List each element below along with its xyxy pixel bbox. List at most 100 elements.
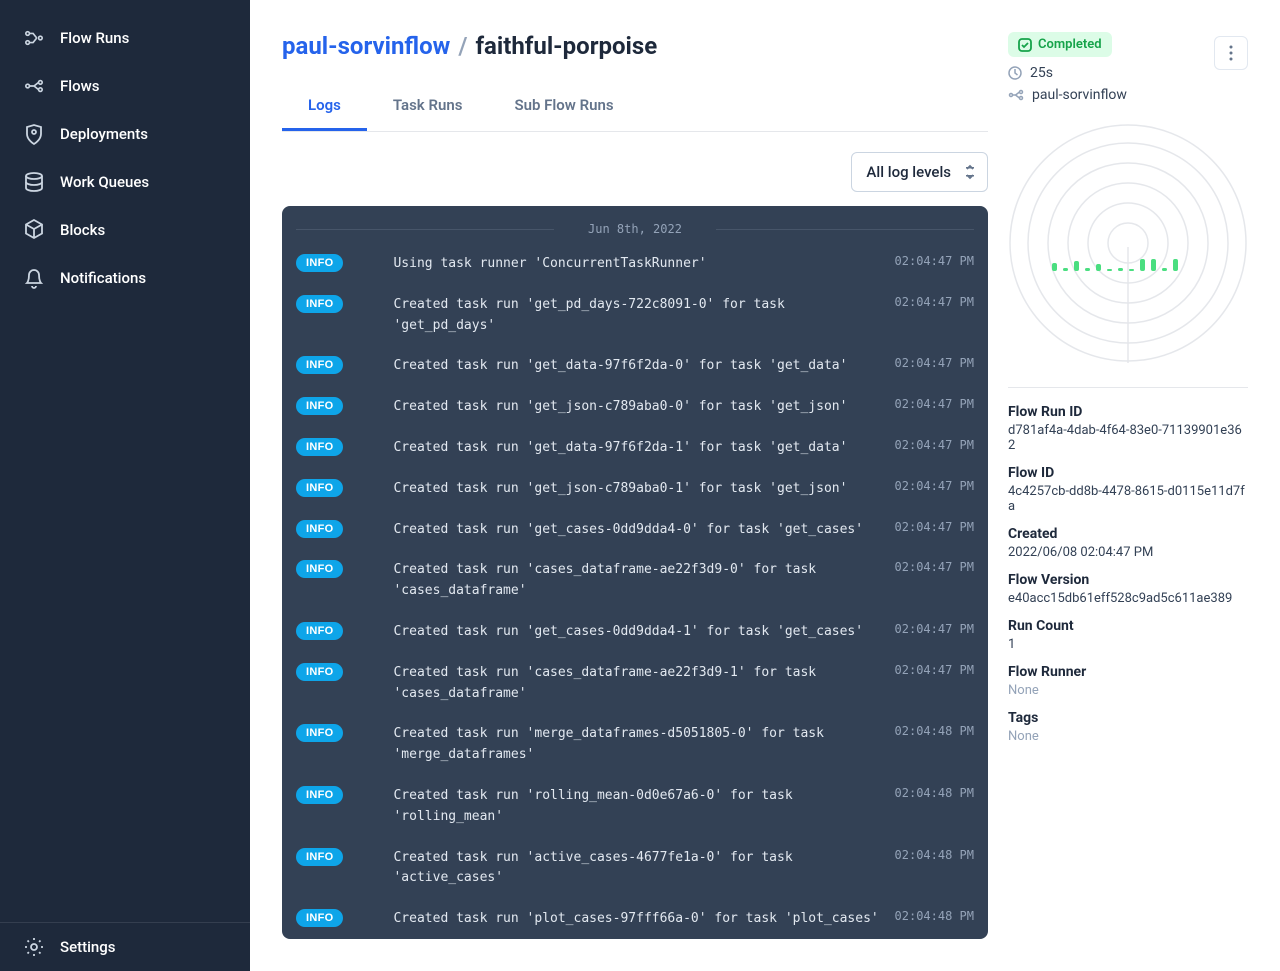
content: paul-sorvinflow / faithful-porpoise Logs…	[282, 32, 988, 939]
info-label: Run Count	[1008, 618, 1248, 634]
tab-task-runs[interactable]: Task Runs	[367, 84, 489, 131]
log-level-badge: INFO	[296, 786, 343, 804]
logs-panel[interactable]: Jun 8th, 2022 INFOUsing task runner 'Con…	[282, 206, 988, 939]
info-label: Flow Runner	[1008, 664, 1248, 680]
task-bar[interactable]	[1140, 259, 1145, 271]
log-level-badge: INFO	[296, 397, 343, 415]
sidebar-item-work-queues[interactable]: Work Queues	[0, 158, 250, 206]
info-value: 2022/06/08 02:04:47 PM	[1008, 545, 1248, 560]
tab-logs[interactable]: Logs	[282, 84, 367, 131]
info-flow_run_id: Flow Run ID d781af4a-4dab-4f64-83e0-71139…	[1008, 404, 1248, 453]
duration-value: 25s	[1030, 65, 1053, 81]
sidebar-item-label: Blocks	[60, 221, 105, 239]
sidebar-item-label: Flows	[60, 77, 99, 95]
info-label: Created	[1008, 526, 1248, 542]
log-time: 02:04:47 PM	[895, 560, 974, 574]
breadcrumb-flow[interactable]: paul-sorvinflow	[282, 32, 450, 60]
log-level-badge: INFO	[296, 254, 343, 272]
sidebar: Flow Runs Flows Deployments Work Queues …	[0, 0, 250, 971]
log-level-badge: INFO	[296, 848, 343, 866]
sidebar-item-label: Work Queues	[60, 173, 149, 191]
log-message: Created task run 'get_json-c789aba0-0' f…	[355, 397, 882, 418]
info-value: None	[1008, 729, 1248, 744]
info-flow_runner: Flow RunnerNone	[1008, 664, 1248, 698]
settings-icon	[24, 937, 44, 957]
info-label: Tags	[1008, 710, 1248, 726]
log-time: 02:04:48 PM	[895, 786, 974, 800]
task-bar[interactable]	[1162, 268, 1167, 271]
flow-name[interactable]: paul-sorvinflow	[1032, 87, 1127, 103]
task-bar[interactable]	[1107, 269, 1112, 271]
sidebar-item-label: Settings	[60, 938, 116, 956]
log-level-badge: INFO	[296, 622, 343, 640]
log-level-value: All log levels	[866, 163, 951, 181]
log-time: 02:04:47 PM	[895, 356, 974, 370]
info-value: e40acc15db61eff528c9ad5c611ae389	[1008, 591, 1248, 606]
info-value: d781af4a-4dab-4f64-83e0-71139901e362	[1008, 423, 1248, 453]
sidebar-item-label: Deployments	[60, 125, 148, 143]
flow-line: paul-sorvinflow	[1008, 87, 1248, 103]
log-row: INFO Created task run 'active_cases-4677f…	[296, 844, 974, 894]
log-message: Created task run 'rolling_mean-0d0e67a6-…	[355, 786, 882, 828]
info-flow_id: Flow ID4c4257cb-dd8b-4478-8615-d0115e11d…	[1008, 465, 1248, 514]
log-level-badge: INFO	[296, 295, 343, 313]
task-bar[interactable]	[1173, 259, 1178, 271]
clock-icon	[1008, 66, 1022, 80]
log-time: 02:04:48 PM	[895, 848, 974, 862]
task-bar[interactable]	[1129, 269, 1134, 271]
log-time: 02:04:47 PM	[895, 295, 974, 309]
flow-runs-icon	[24, 28, 44, 48]
info-label: Flow Version	[1008, 572, 1248, 588]
breadcrumb-run: faithful-porpoise	[475, 32, 657, 60]
log-time: 02:04:47 PM	[895, 397, 974, 411]
blocks-icon	[24, 220, 44, 240]
log-level-select[interactable]: All log levels	[851, 152, 988, 192]
log-message: Created task run 'active_cases-4677fe1a-…	[355, 848, 882, 890]
log-message: Created task run 'get_data-97f6f2da-0' f…	[355, 356, 882, 377]
log-row: INFOCreated task run 'get_json-c789aba0-…	[296, 475, 974, 504]
radar-rings-icon	[1008, 123, 1248, 363]
log-level-badge: INFO	[296, 663, 343, 681]
task-bar[interactable]	[1085, 268, 1090, 271]
log-row: INFO Created task run 'get_json-c789aba0-…	[296, 393, 974, 422]
status-badge: Completed	[1008, 32, 1112, 57]
tabs: Logs Task Runs Sub Flow Runs	[282, 84, 988, 132]
sidebar-item-settings[interactable]: Settings	[0, 923, 250, 971]
task-bar[interactable]	[1118, 268, 1123, 271]
status-label: Completed	[1038, 37, 1102, 52]
task-bar[interactable]	[1096, 264, 1101, 271]
more-actions-button[interactable]	[1214, 36, 1248, 70]
log-row: INFO Created task run 'rolling_mean-0d0e6…	[296, 782, 974, 832]
log-time: 02:04:48 PM	[895, 724, 974, 738]
task-bar[interactable]	[1063, 268, 1068, 271]
sidebar-item-label: Notifications	[60, 269, 146, 287]
tab-sub-flow-runs[interactable]: Sub Flow Runs	[488, 84, 639, 131]
log-time: 02:04:47 PM	[895, 479, 974, 493]
log-time: 02:04:47 PM	[895, 438, 974, 452]
log-row: INFOCreated task run 'get_cases-0dd9dda4…	[296, 516, 974, 545]
sidebar-item-flows[interactable]: Flows	[0, 62, 250, 110]
log-message: Using task runner 'ConcurrentTaskRunner'	[355, 254, 882, 275]
duration-line: 25s	[1008, 65, 1248, 81]
side-divider	[1008, 387, 1248, 388]
task-bar[interactable]	[1151, 259, 1156, 271]
log-message: Created task run 'plot_cases-97fff66a-0'…	[355, 909, 882, 930]
log-row: INFOCreated task run 'get_pd_days-722c80…	[296, 291, 974, 341]
log-row: INFOCreated task run 'merge_dataframes-d…	[296, 720, 974, 770]
log-time: 02:04:47 PM	[895, 254, 974, 268]
sidebar-item-blocks[interactable]: Blocks	[0, 206, 250, 254]
log-level-badge: INFO	[296, 356, 343, 374]
log-level-badge: INFO	[296, 724, 343, 742]
sidebar-item-deployments[interactable]: Deployments	[0, 110, 250, 158]
task-bar[interactable]	[1074, 261, 1079, 271]
log-row: INFOCreated task run 'get_data-97f6f2da-…	[296, 434, 974, 463]
log-row: INFO Using task runner 'ConcurrentTaskRun…	[296, 250, 974, 279]
info-value: 1	[1008, 637, 1248, 652]
info-label: Flow Run ID	[1008, 404, 1248, 420]
task-bar[interactable]	[1052, 263, 1057, 271]
sidebar-item-notifications[interactable]: Notifications	[0, 254, 250, 302]
dots-vertical-icon	[1229, 45, 1233, 61]
radar-chart	[1008, 123, 1248, 363]
sidebar-item-flow-runs[interactable]: Flow Runs	[0, 14, 250, 62]
log-time: 02:04:47 PM	[895, 520, 974, 534]
